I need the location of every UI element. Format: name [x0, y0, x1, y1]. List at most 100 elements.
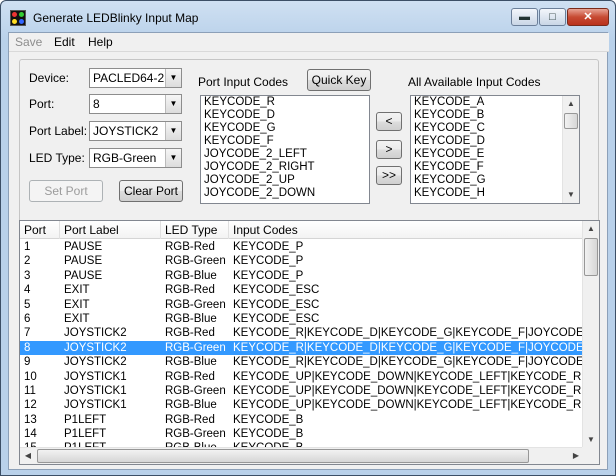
port-label-value: JOYSTICK2 [93, 124, 159, 138]
table-cell: KEYCODE_R|KEYCODE_D|KEYCODE_G|KEYCODE_F|… [233, 356, 584, 369]
table-row[interactable]: 2 PAUSE RGB-Green KEYCODE_P [20, 254, 584, 268]
move-right-button[interactable]: > [376, 140, 402, 159]
table-row[interactable]: 8 JOYSTICK2 RGB-Green KEYCODE_R|KEYCODE_D|K… [20, 340, 584, 356]
column-led-type[interactable]: LED Type [161, 221, 229, 239]
scroll-up-icon[interactable]: ▲ [563, 96, 579, 112]
table-cell: 7 [24, 327, 31, 340]
device-select[interactable]: PACLED64-2 ▼ [89, 68, 182, 88]
list-item[interactable]: KEYCODE_F [201, 135, 369, 148]
column-port[interactable]: Port [20, 221, 60, 239]
list-item[interactable]: JOYCODE_2_UP [201, 174, 369, 187]
list-item[interactable]: KEYCODE_G [201, 122, 369, 135]
table-cell: KEYCODE_ESC [233, 312, 320, 325]
scroll-corner [582, 447, 599, 464]
table-cell: 3 [24, 269, 31, 282]
column-input-codes[interactable]: Input Codes [229, 221, 584, 239]
menu-help[interactable]: Help [88, 35, 113, 49]
list-item[interactable]: KEYCODE_E [411, 148, 563, 161]
move-all-button[interactable]: >> [376, 166, 402, 185]
port-label: Port: [29, 97, 55, 111]
table-cell: EXIT [64, 312, 90, 325]
chevron-down-icon[interactable]: ▼ [165, 149, 181, 167]
list-item[interactable]: KEYCODE_G [411, 174, 563, 187]
column-port-label[interactable]: Port Label [60, 221, 161, 239]
table-row[interactable]: 7 JOYSTICK2 RGB-Red KEYCODE_R|KEYCODE_D|KEY… [20, 326, 584, 340]
all-codes-list[interactable]: KEYCODE_A KEYCODE_B KEYCODE_C KEYCODE_D KEYC… [410, 95, 580, 204]
table-cell: RGB-Blue [165, 356, 217, 369]
port-label-select[interactable]: JOYSTICK2 ▼ [89, 121, 182, 141]
app-icon [10, 10, 26, 26]
table-cell: 12 [24, 399, 37, 412]
port-settings-group: Device: PACLED64-2 ▼ Port: 8 ▼ Port Labe… [19, 59, 599, 239]
table-cell: RGB-Red [165, 327, 215, 340]
clear-port-button[interactable]: Clear Port [119, 180, 183, 202]
chevron-down-icon[interactable]: ▼ [165, 95, 181, 113]
scroll-thumb[interactable] [564, 113, 578, 129]
list-item[interactable]: JOYCODE_2_LEFT [201, 148, 369, 161]
quick-key-button[interactable]: Quick Key [307, 69, 371, 91]
table-row[interactable]: 12 JOYSTICK1 RGB-Blue KEYCODE_UP|KEYCODE_DO… [20, 398, 584, 412]
port-map-table[interactable]: Port Port Label LED Type Input Codes 1 PA… [19, 220, 600, 465]
main-window: Generate LEDBlinky Input Map ▬ □ ✕ Save … [0, 0, 616, 476]
move-left-button[interactable]: < [376, 112, 402, 131]
table-cell: RGB-Red [165, 370, 215, 383]
scroll-thumb[interactable] [37, 449, 529, 463]
table-cell: RGB-Green [165, 384, 226, 397]
list-item[interactable]: KEYCODE_R [201, 96, 369, 109]
scroll-thumb[interactable] [584, 238, 598, 276]
table-row[interactable]: 5 EXIT RGB-Green KEYCODE_ESC [20, 298, 584, 312]
table-cell: KEYCODE_UP|KEYCODE_DOWN|KEYCODE_LEFT|KEY… [233, 399, 584, 412]
list-item[interactable]: KEYCODE_H [411, 187, 563, 200]
list-item[interactable]: KEYCODE_F [411, 161, 563, 174]
set-port-button[interactable]: Set Port [29, 180, 103, 202]
table-cell: 14 [24, 428, 37, 441]
list-item[interactable]: JOYCODE_2_RIGHT [201, 161, 369, 174]
chevron-down-icon[interactable]: ▼ [165, 122, 181, 140]
table-row[interactable]: 1 PAUSE RGB-Red KEYCODE_P [20, 240, 584, 254]
table-row[interactable]: 6 EXIT RGB-Blue KEYCODE_ESC [20, 312, 584, 326]
list-item[interactable]: KEYCODE_B [411, 109, 563, 122]
table-cell: RGB-Green [165, 298, 226, 311]
all-codes-scrollbar[interactable]: ▲ ▼ [562, 96, 579, 203]
table-cell: 8 [24, 341, 31, 354]
table-row[interactable]: 10 JOYSTICK1 RGB-Red KEYCODE_UP|KEYCODE_DOW… [20, 370, 584, 384]
menu-edit[interactable]: Edit [54, 35, 75, 49]
table-row[interactable]: 3 PAUSE RGB-Blue KEYCODE_P [20, 269, 584, 283]
list-item[interactable]: KEYCODE_C [411, 122, 563, 135]
port-select[interactable]: 8 ▼ [89, 94, 182, 114]
scroll-down-icon[interactable]: ▼ [563, 187, 579, 203]
table-row[interactable]: 9 JOYSTICK2 RGB-Blue KEYCODE_R|KEYCODE_D|KE… [20, 355, 584, 369]
maximize-button[interactable]: □ [539, 8, 566, 26]
table-vertical-scrollbar[interactable]: ▲ ▼ [582, 221, 599, 448]
chevron-down-icon[interactable]: ▼ [165, 69, 181, 87]
table-row[interactable]: 14 P1LEFT RGB-Green KEYCODE_B [20, 427, 584, 441]
scroll-left-icon[interactable]: ◀ [20, 448, 36, 464]
minimize-button[interactable]: ▬ [511, 8, 538, 26]
minimize-icon: ▬ [519, 11, 530, 23]
menu-save[interactable]: Save [15, 35, 42, 49]
table-cell: PAUSE [64, 241, 103, 253]
port-input-codes-list[interactable]: KEYCODE_R KEYCODE_D KEYCODE_G KEYCODE_F JOYC… [200, 95, 370, 204]
table-row[interactable]: 11 JOYSTICK1 RGB-Green KEYCODE_UP|KEYCODE_D… [20, 384, 584, 398]
list-item[interactable]: KEYCODE_D [201, 109, 369, 122]
list-item[interactable]: KEYCODE_D [411, 135, 563, 148]
table-horizontal-scrollbar[interactable]: ◀ ▶ [20, 447, 584, 464]
title-bar[interactable]: Generate LEDBlinky Input Map ▬ □ ✕ [1, 1, 615, 33]
all-codes-title: All Available Input Codes [408, 75, 541, 89]
led-type-select[interactable]: RGB-Green ▼ [89, 148, 182, 168]
port-value: 8 [93, 97, 100, 111]
list-item[interactable]: JOYCODE_2_DOWN [201, 187, 369, 200]
table-row[interactable]: 4 EXIT RGB-Red KEYCODE_ESC [20, 283, 584, 297]
table-cell: P1LEFT [64, 428, 107, 441]
table-cell: RGB-Red [165, 284, 215, 297]
client-area: Save Edit Help Device: PACLED64-2 ▼ Port… [8, 32, 609, 470]
table-row[interactable]: 13 P1LEFT RGB-Red KEYCODE_B [20, 413, 584, 427]
list-item[interactable]: KEYCODE_A [411, 96, 563, 109]
menu-bar: Save Edit Help [9, 33, 609, 52]
table-cell: P1LEFT [64, 413, 107, 426]
scroll-down-icon[interactable]: ▼ [583, 432, 599, 448]
table-cell: PAUSE [64, 269, 103, 282]
table-cell: KEYCODE_ESC [233, 284, 320, 297]
close-button[interactable]: ✕ [567, 8, 609, 26]
scroll-up-icon[interactable]: ▲ [583, 221, 599, 237]
